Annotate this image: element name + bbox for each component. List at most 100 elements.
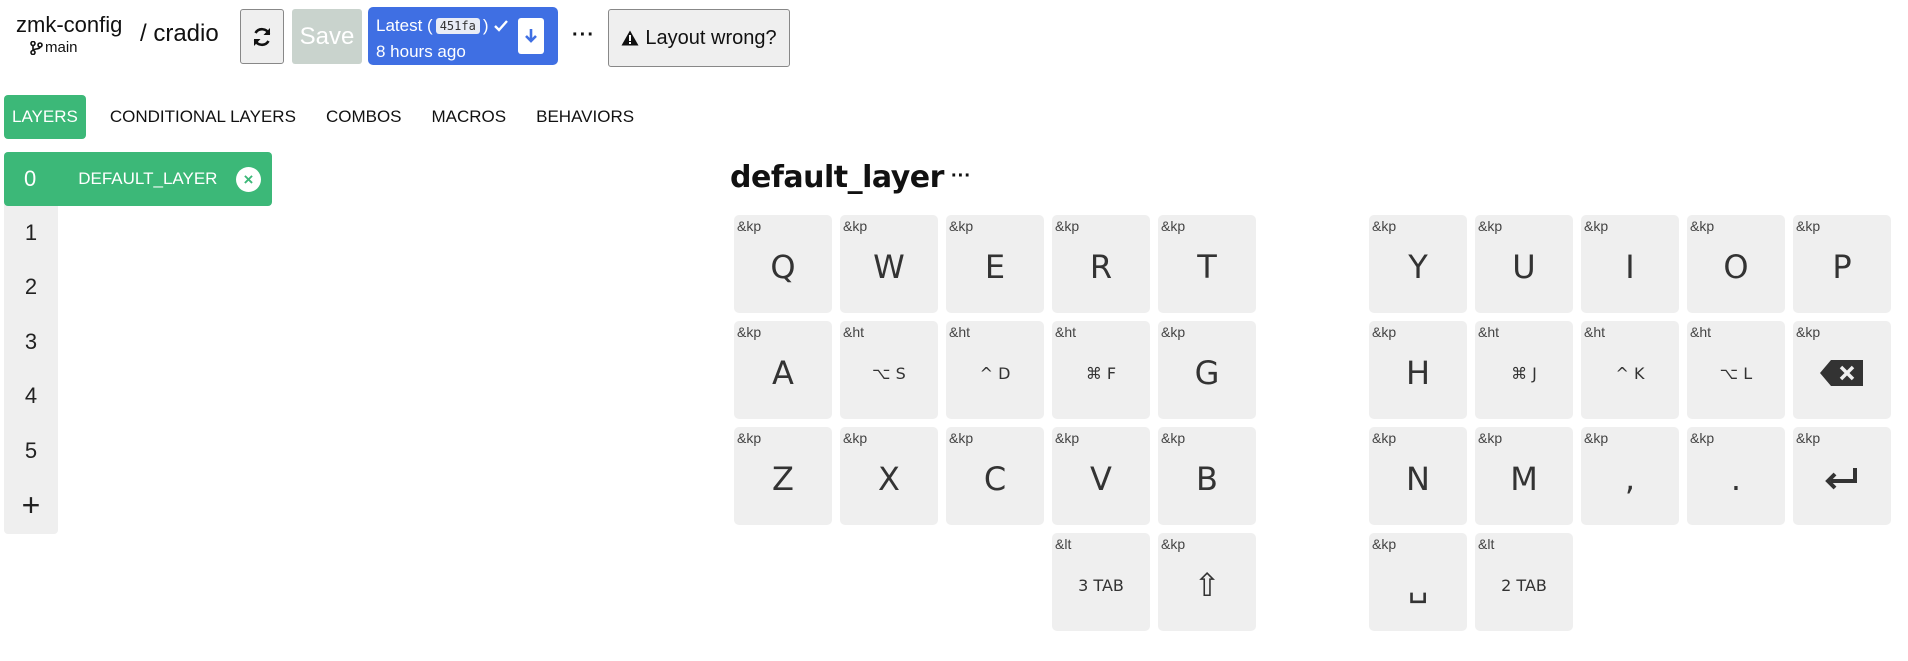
repo-info[interactable]: zmk-config xyxy=(16,12,122,38)
key[interactable]: &kp B xyxy=(1158,427,1256,525)
key-label[interactable]: ⌘ F xyxy=(1052,321,1150,419)
key-label[interactable]: 3 TAB xyxy=(1052,533,1150,631)
key-label[interactable]: ^ D xyxy=(946,321,1044,419)
layer-options-button[interactable]: ··· xyxy=(951,165,971,188)
layer-item-2[interactable]: 2 xyxy=(4,260,58,314)
key[interactable]: &kp W xyxy=(840,215,938,313)
key[interactable]: &kp G xyxy=(1158,321,1256,419)
key-label[interactable]: T xyxy=(1158,215,1256,313)
key[interactable]: &kp Q xyxy=(734,215,832,313)
key[interactable]: &lt 3 TAB xyxy=(1052,533,1150,631)
key[interactable]: &kp R xyxy=(1052,215,1150,313)
key[interactable]: &kp X xyxy=(840,427,938,525)
key-label[interactable]: E xyxy=(946,215,1044,313)
layer-item-4[interactable]: 4 xyxy=(4,369,58,423)
tab-behaviors[interactable]: BEHAVIORS xyxy=(524,95,646,139)
keyboard-name[interactable]: / cradio xyxy=(140,20,219,48)
tab-conditional-layers[interactable]: CONDITIONAL LAYERS xyxy=(98,95,308,139)
key-label[interactable]: O xyxy=(1687,215,1785,313)
key[interactable]: &kp xyxy=(1793,427,1891,525)
layout-wrong-button[interactable]: Layout wrong? xyxy=(608,9,790,67)
layer-item-1[interactable]: 1 xyxy=(4,206,58,260)
version-suffix: ) xyxy=(482,16,489,35)
more-options-button[interactable]: ··· xyxy=(572,24,595,47)
key[interactable]: &kp xyxy=(1793,321,1891,419)
key[interactable]: &ht ⌘ J xyxy=(1475,321,1573,419)
key[interactable]: &kp I xyxy=(1581,215,1679,313)
branch-selector[interactable]: main xyxy=(30,39,78,56)
tab-layers[interactable]: LAYERS xyxy=(4,95,86,139)
add-layer-button[interactable]: + xyxy=(4,478,58,532)
key[interactable]: &kp E xyxy=(946,215,1044,313)
key-label[interactable]: C xyxy=(946,427,1044,525)
key[interactable]: &ht ⌘ F xyxy=(1052,321,1150,419)
key-label[interactable]: H xyxy=(1369,321,1467,419)
key-label[interactable]: ^ K xyxy=(1581,321,1679,419)
key-label[interactable]: P xyxy=(1793,215,1891,313)
download-file-icon[interactable] xyxy=(518,18,544,54)
key[interactable]: &kp A xyxy=(734,321,832,419)
version-prefix: Latest ( xyxy=(376,16,433,35)
key-label[interactable]: X xyxy=(840,427,938,525)
key-label[interactable]: Z xyxy=(734,427,832,525)
key-label[interactable]: 2 TAB xyxy=(1475,533,1573,631)
key[interactable]: &ht ^ D xyxy=(946,321,1044,419)
key-label[interactable]: ⌥ S xyxy=(840,321,938,419)
version-time: 8 hours ago xyxy=(376,42,466,61)
key-label[interactable]: A xyxy=(734,321,832,419)
key-label[interactable]: ⇧ xyxy=(1158,533,1256,631)
key[interactable]: &kp H xyxy=(1369,321,1467,419)
refresh-icon xyxy=(253,27,271,46)
key-label[interactable]: V xyxy=(1052,427,1150,525)
key[interactable]: &kp P xyxy=(1793,215,1891,313)
key[interactable]: &ht ^ K xyxy=(1581,321,1679,419)
key-label[interactable]: ⌘ J xyxy=(1475,321,1573,419)
layer-item-0[interactable]: 0 DEFAULT_LAYER × xyxy=(4,152,272,206)
key[interactable]: &ht ⌥ S xyxy=(840,321,938,419)
key-label[interactable]: I xyxy=(1581,215,1679,313)
tab-macros[interactable]: MACROS xyxy=(420,95,519,139)
key-label[interactable]: W xyxy=(840,215,938,313)
key-label[interactable]: R xyxy=(1052,215,1150,313)
key[interactable]: &kp M xyxy=(1475,427,1573,525)
section-tabs: LAYERS CONDITIONAL LAYERS COMBOS MACROS … xyxy=(4,95,652,139)
key-label[interactable]: Y xyxy=(1369,215,1467,313)
tab-combos[interactable]: COMBOS xyxy=(314,95,414,139)
key-label[interactable]: ␣ xyxy=(1369,533,1467,631)
save-button[interactable]: Save xyxy=(292,9,362,64)
key[interactable]: &kp, xyxy=(1581,427,1679,525)
layer-item-5[interactable]: 5 xyxy=(4,424,58,478)
key-label[interactable]: M xyxy=(1475,427,1573,525)
layer-item-3[interactable]: 3 xyxy=(4,315,58,369)
key-label[interactable]: G xyxy=(1158,321,1256,419)
backspace-icon[interactable] xyxy=(1793,321,1891,419)
key-label[interactable]: . xyxy=(1687,427,1785,525)
key[interactable]: &kp Z xyxy=(734,427,832,525)
key[interactable]: &kp T xyxy=(1158,215,1256,313)
repo-name[interactable]: zmk-config xyxy=(16,12,122,38)
layer-name[interactable]: DEFAULT_LAYER xyxy=(78,169,217,189)
key[interactable]: &kp V xyxy=(1052,427,1150,525)
key[interactable]: &kp ␣ xyxy=(1369,533,1467,631)
warning-icon xyxy=(621,30,639,46)
key-label[interactable]: U xyxy=(1475,215,1573,313)
key[interactable]: &lt 2 TAB xyxy=(1475,533,1573,631)
key-label[interactable]: , xyxy=(1581,427,1679,525)
commit-hash: 451fa xyxy=(435,18,480,34)
refresh-button[interactable] xyxy=(240,9,284,64)
version-button[interactable]: Latest ( 451fa ) 8 hours ago xyxy=(368,7,558,65)
key[interactable]: &kp N xyxy=(1369,427,1467,525)
key-label[interactable]: B xyxy=(1158,427,1256,525)
key-label[interactable]: N xyxy=(1369,427,1467,525)
key-label[interactable]: Q xyxy=(734,215,832,313)
key[interactable]: &kp U xyxy=(1475,215,1573,313)
key[interactable]: &kp O xyxy=(1687,215,1785,313)
enter-icon[interactable] xyxy=(1793,427,1891,525)
key[interactable]: &ht ⌥ L xyxy=(1687,321,1785,419)
key[interactable]: &kp C xyxy=(946,427,1044,525)
key[interactable]: &kp ⇧ xyxy=(1158,533,1256,631)
remove-layer-icon[interactable]: × xyxy=(236,167,261,192)
key-label[interactable]: ⌥ L xyxy=(1687,321,1785,419)
key[interactable]: &kp. xyxy=(1687,427,1785,525)
key[interactable]: &kp Y xyxy=(1369,215,1467,313)
